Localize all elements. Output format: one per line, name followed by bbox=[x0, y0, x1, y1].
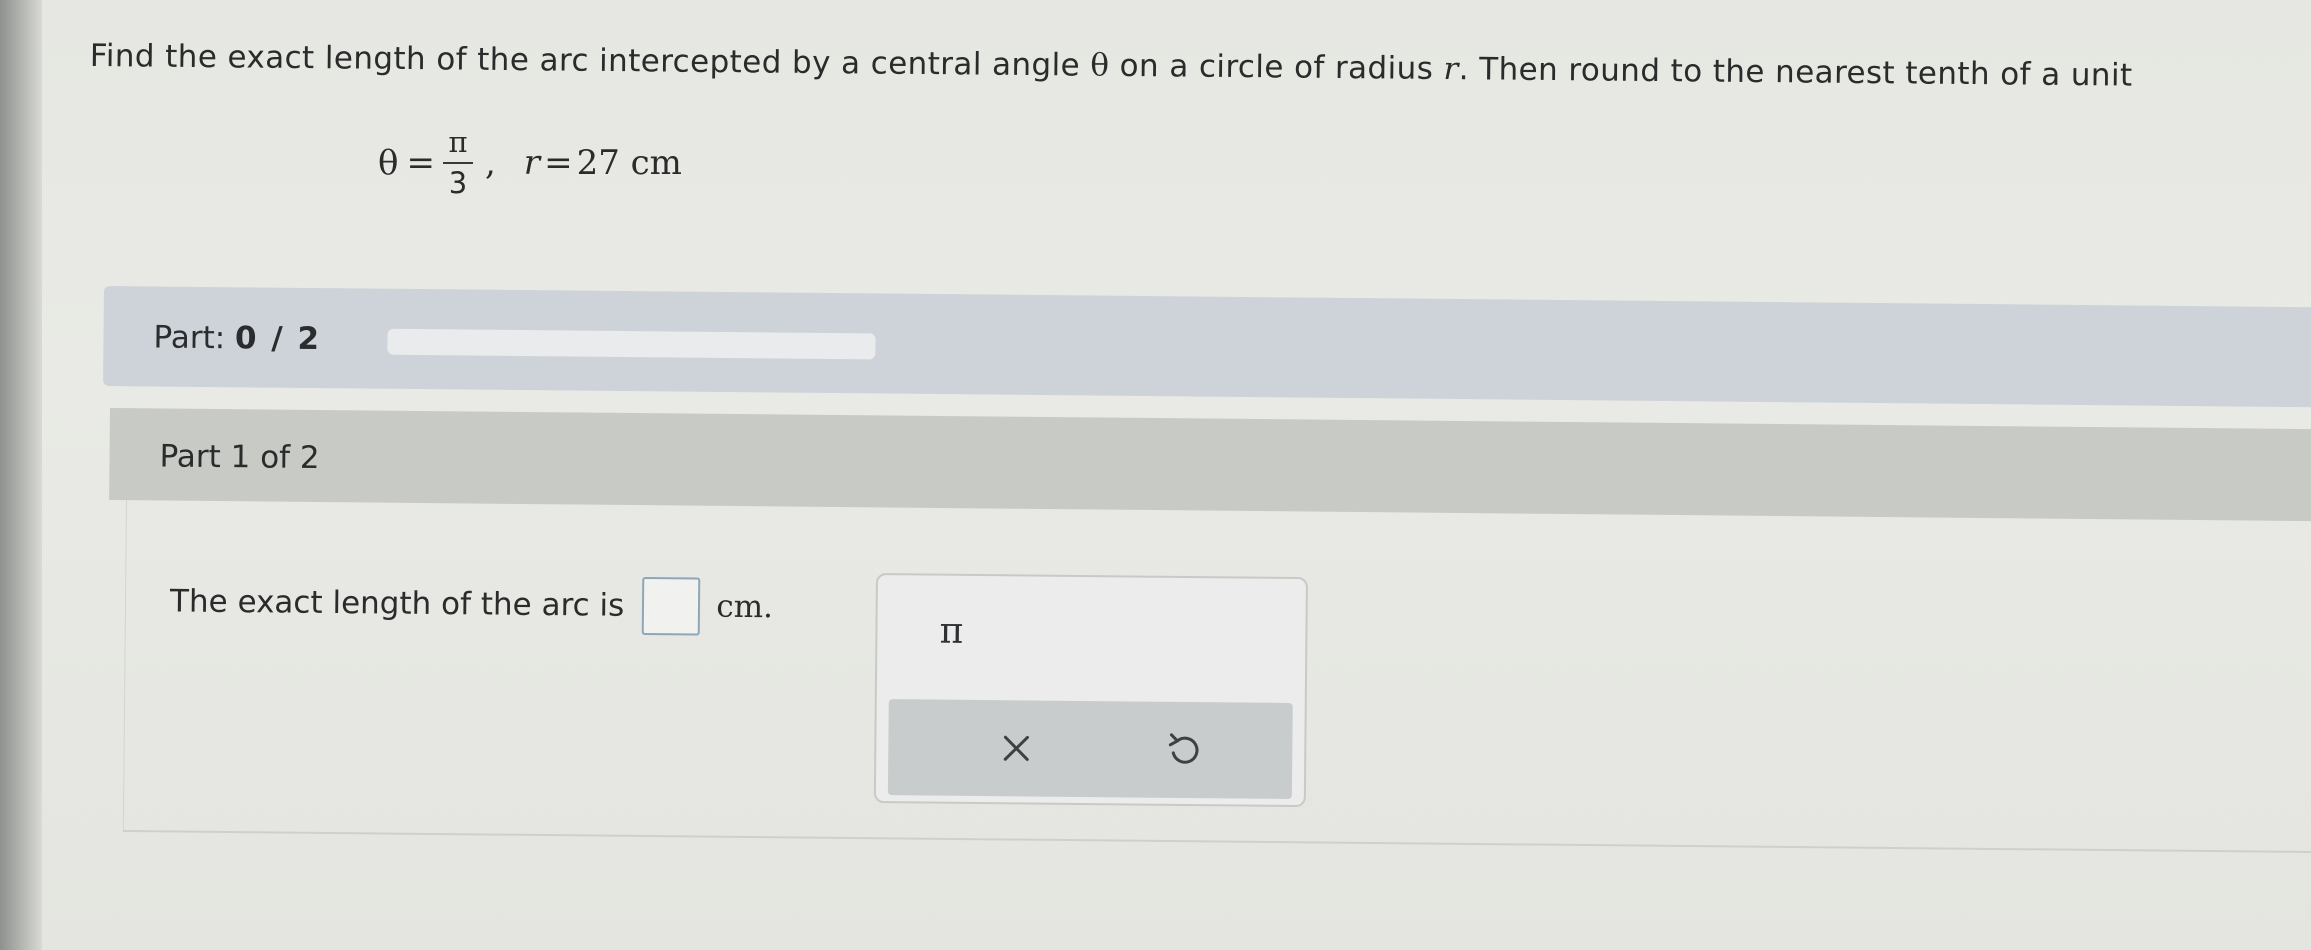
part-label-text: Part: bbox=[153, 319, 236, 357]
question-text-part-3: . Then round to the nearest tenth of a u… bbox=[1458, 51, 2133, 94]
question-text-part-1: Find the exact length of the arc interce… bbox=[89, 38, 1091, 84]
answer-unit: cm. bbox=[716, 588, 774, 626]
progress-status-bar: Part: 0 / 2 bbox=[103, 286, 2311, 408]
given-values-formula: θ = π 3 , r = 27 cm bbox=[378, 128, 682, 198]
fraction-numerator: π bbox=[448, 125, 468, 159]
progress-bar bbox=[387, 328, 876, 360]
tool-actions-bar bbox=[887, 699, 1293, 800]
question-text-part-2: on a circle of radius bbox=[1109, 47, 1444, 87]
screen-edge bbox=[0, 0, 42, 950]
radius-symbol: r bbox=[1443, 50, 1459, 88]
undo-button[interactable] bbox=[1156, 722, 1213, 779]
question-text: Find the exact length of the arc interce… bbox=[90, 38, 2311, 95]
fraction-denominator: 3 bbox=[448, 166, 468, 200]
answer-line: The exact length of the arc is cm. bbox=[170, 572, 773, 636]
answer-input[interactable] bbox=[642, 576, 701, 636]
math-tool-palette: π bbox=[873, 573, 1308, 808]
undo-icon bbox=[1168, 733, 1199, 764]
formula-r: r bbox=[523, 143, 541, 183]
part-progress-label: Part: 0 / 2 bbox=[153, 319, 321, 357]
formula-theta: θ bbox=[378, 143, 399, 183]
part-progress-count: 0 / 2 bbox=[234, 320, 322, 358]
formula-r-value: 27 cm bbox=[576, 143, 682, 183]
clear-button[interactable] bbox=[988, 720, 1045, 777]
close-icon bbox=[1003, 735, 1029, 761]
insert-pi-button[interactable]: π bbox=[923, 605, 979, 656]
formula-r-equals: = bbox=[544, 143, 573, 183]
answer-prompt: The exact length of the arc is bbox=[169, 583, 625, 624]
part-header-title: Part 1 of 2 bbox=[159, 438, 320, 477]
angle-fraction: π 3 bbox=[442, 125, 473, 200]
formula-separator: , bbox=[484, 143, 496, 183]
formula-equals: = bbox=[406, 143, 435, 183]
theta-symbol: θ bbox=[1090, 47, 1110, 84]
